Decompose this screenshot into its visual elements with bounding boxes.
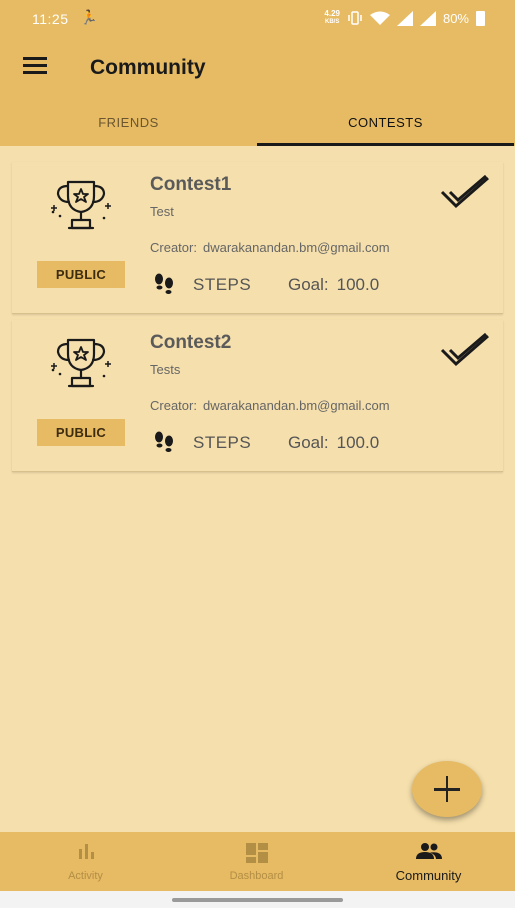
nav-community[interactable]: Community [342,832,515,891]
creator-email: dwarakanandan.bm@gmail.com [202,398,390,413]
bottom-nav: Activity Dashboard Community [0,832,515,891]
goal-label: Goal: [288,433,329,452]
signal-icon-2 [419,10,436,26]
goal-label: Goal: [288,275,329,294]
contest-type: STEPS [193,275,252,294]
double-check-icon[interactable] [440,332,490,368]
people-icon [415,843,442,859]
visibility-badge: PUBLIC [37,261,125,288]
tab-contests[interactable]: CONTESTS [257,112,514,146]
footsteps-icon [155,431,173,452]
contest-name: Contest1 [150,174,232,195]
contest-description: Test [150,204,174,219]
network-speed: 4.29 KB/S [324,9,340,26]
status-icons: 4.29 KB/S 80% [324,10,485,26]
nav-activity[interactable]: Activity [0,832,171,891]
nav-activity-label: Activity [68,870,103,882]
creator-label: Creator: [150,240,197,255]
nav-dashboard-label: Dashboard [229,870,284,882]
home-indicator[interactable] [172,898,343,902]
dashboard-icon [245,843,268,863]
menu-icon[interactable] [23,57,47,75]
page-title: Community [90,56,206,79]
running-icon: 🏃 [80,9,98,25]
contest-goal: Goal: 100.0 [288,275,379,295]
battery-icon [476,10,485,26]
contest-name: Contest2 [150,332,232,353]
contest-card[interactable]: PUBLIC Contest1 Test Creator: dwarakanand… [12,162,503,314]
contest-creator: Creator: dwarakanandan.bm@gmail.com [150,240,390,255]
double-check-icon[interactable] [440,174,490,210]
creator-label: Creator: [150,398,197,413]
contest-goal: Goal: 100.0 [288,433,379,453]
visibility-badge: PUBLIC [37,419,125,446]
contest-description: Tests [150,362,181,377]
wifi-icon [369,11,390,25]
add-contest-button[interactable] [412,761,482,817]
nav-dashboard[interactable]: Dashboard [171,832,342,891]
trophy-icon [51,338,111,388]
nav-community-label: Community [395,868,462,883]
tab-friends[interactable]: FRIENDS [0,112,257,146]
contest-creator: Creator: dwarakanandan.bm@gmail.com [150,398,390,413]
status-time: 11:25 [32,11,69,27]
goal-value: 100.0 [336,433,380,452]
footsteps-icon [155,273,173,294]
status-bar: 11:25 🏃 4.29 KB/S 80% [0,0,515,38]
vibrate-icon [348,11,362,25]
goal-value: 100.0 [336,275,380,294]
battery-percent: 80% [442,10,469,26]
gesture-bar-area [0,891,515,908]
bar-chart-icon [78,844,94,859]
creator-email: dwarakanandan.bm@gmail.com [202,240,390,255]
trophy-icon [51,180,111,230]
signal-icon [396,10,413,26]
contest-type: STEPS [193,433,252,452]
contest-card[interactable]: PUBLIC Contest2 Tests Creator: dwarakanan… [12,320,503,472]
app-bar: Community FRIENDS CONTESTS [0,38,515,146]
